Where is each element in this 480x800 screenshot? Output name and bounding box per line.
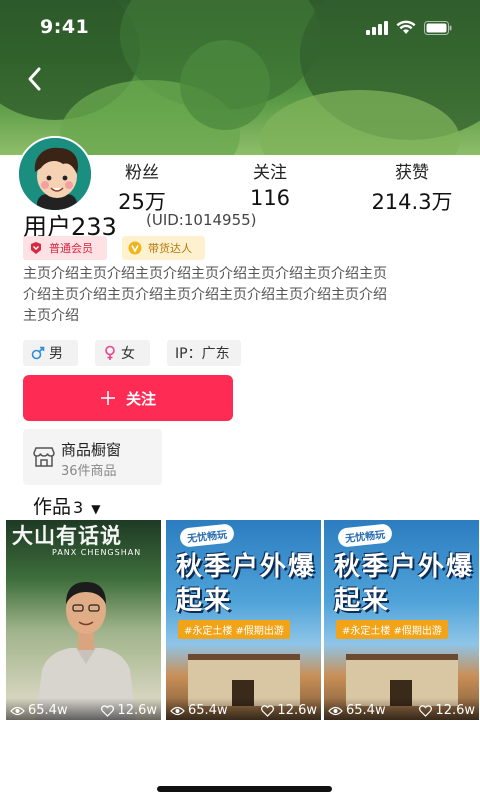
- heart-icon: [261, 704, 275, 717]
- poster-text: 大山有话说: [12, 524, 122, 548]
- stat-label: 关注: [253, 163, 287, 183]
- female-icon: [105, 345, 115, 360]
- stat-label: 获赞: [395, 163, 429, 183]
- v-badge-icon: [128, 241, 142, 255]
- avatar-illustration: [19, 138, 91, 210]
- like-count: 12.6w: [261, 703, 317, 718]
- poster-image: 无忧畅玩 秋季户外爆起来 #永定土楼 #假期出游: [166, 520, 321, 720]
- thumbnail-overlay: 65.4w 12.6w: [324, 698, 479, 720]
- shop-subtitle: 36件商品: [61, 464, 117, 479]
- thumbnail-overlay: 65.4w 12.6w: [166, 698, 321, 720]
- follow-button[interactable]: 关注: [23, 375, 233, 421]
- stat-following[interactable]: 关注 116: [230, 158, 310, 210]
- poster-title: 秋季户外爆起来: [176, 552, 317, 616]
- avatar[interactable]: [17, 136, 93, 212]
- shop-title: 商品橱窗: [61, 441, 122, 459]
- works-tab-label: 作品: [33, 496, 72, 518]
- battery-icon: [424, 20, 452, 35]
- eye-icon: [10, 706, 25, 715]
- plus-icon: [100, 391, 115, 405]
- thumbnail-overlay: 65.4w 12.6w: [6, 698, 161, 720]
- stat-value: 116: [249, 186, 291, 210]
- status-time: 9:41: [40, 16, 90, 38]
- tag-label: 女: [121, 346, 135, 362]
- like-count: 12.6w: [419, 703, 475, 718]
- tag-label: 男: [49, 346, 63, 362]
- view-count: 65.4w: [170, 703, 228, 718]
- video-thumbnail[interactable]: 大山有话说 PANX CHENGSHAN 65.4w 12.6w: [6, 520, 161, 720]
- like-count: 12.6w: [101, 703, 157, 718]
- video-thumbnail[interactable]: 无忧畅玩 秋季户外爆起来 #永定土楼 #假期出游 65.4w 12.6w: [166, 520, 321, 720]
- user-id: (UID:1014955): [146, 211, 257, 229]
- home-indicator[interactable]: [157, 786, 332, 792]
- poster-badge: 无忧畅玩: [337, 523, 393, 548]
- view-count-value: 65.4w: [28, 703, 68, 718]
- video-thumbnail[interactable]: 无忧畅玩 秋季户外爆起来 #永定土楼 #假期出游 65.4w 12.6w: [324, 520, 479, 720]
- presenter-image: [36, 582, 136, 720]
- view-count: 65.4w: [328, 703, 386, 718]
- status-bar: 9:41: [0, 0, 480, 52]
- tag-label: IP：广东: [175, 346, 230, 362]
- signal-icon: [366, 20, 388, 35]
- follow-button-label: 关注: [125, 389, 156, 408]
- heart-icon: [419, 704, 433, 717]
- wifi-icon: [396, 20, 416, 34]
- badge-label: 普通会员: [49, 242, 93, 255]
- view-count: 65.4w: [10, 703, 68, 718]
- ip-location-tag: IP：广东: [167, 340, 241, 366]
- caret-down-icon: ▼: [91, 502, 101, 516]
- works-tab[interactable]: 作品 3 ▼: [33, 492, 100, 519]
- poster-tags: #永定土楼 #假期出游: [178, 620, 290, 639]
- works-count: 3: [73, 498, 84, 517]
- member-badge[interactable]: 普通会员: [23, 236, 107, 260]
- male-icon: [31, 346, 45, 360]
- view-count-value: 65.4w: [188, 703, 228, 718]
- poster-tags: #永定土楼 #假期出游: [336, 620, 448, 639]
- stat-likes[interactable]: 获赞 214.3万: [362, 158, 462, 216]
- like-count-value: 12.6w: [117, 703, 157, 718]
- eye-icon: [328, 706, 343, 715]
- like-count-value: 12.6w: [277, 703, 317, 718]
- like-count-value: 12.6w: [435, 703, 475, 718]
- status-icons: [366, 20, 452, 35]
- poster-badge: 无忧畅玩: [179, 523, 235, 548]
- store-icon: [33, 447, 55, 467]
- poster-subtext: PANX CHENGSHAN: [52, 548, 142, 557]
- poster-title: 秋季户外爆起来: [334, 552, 475, 616]
- heart-icon: [101, 704, 115, 717]
- badge-label: 带货达人: [148, 242, 192, 255]
- seller-badge[interactable]: 带货达人: [122, 236, 205, 260]
- stat-label: 粉丝: [125, 163, 159, 183]
- crown-badge-icon: [31, 242, 41, 254]
- back-chevron-icon[interactable]: [20, 64, 50, 94]
- stat-value: 214.3万: [371, 190, 453, 214]
- eye-icon: [170, 706, 185, 715]
- gender-tag-male: 男: [23, 340, 78, 366]
- view-count-value: 65.4w: [346, 703, 386, 718]
- gender-tag-female: 女: [95, 340, 150, 366]
- poster-image: 无忧畅玩 秋季户外爆起来 #永定土楼 #假期出游: [324, 520, 479, 720]
- profile-intro: 主页介绍主页介绍主页介绍主页介绍主页介绍主页介绍主页介绍主页介绍主页介绍主页介绍…: [23, 266, 387, 324]
- shop-window-card[interactable]: 商品橱窗 36件商品: [23, 429, 162, 485]
